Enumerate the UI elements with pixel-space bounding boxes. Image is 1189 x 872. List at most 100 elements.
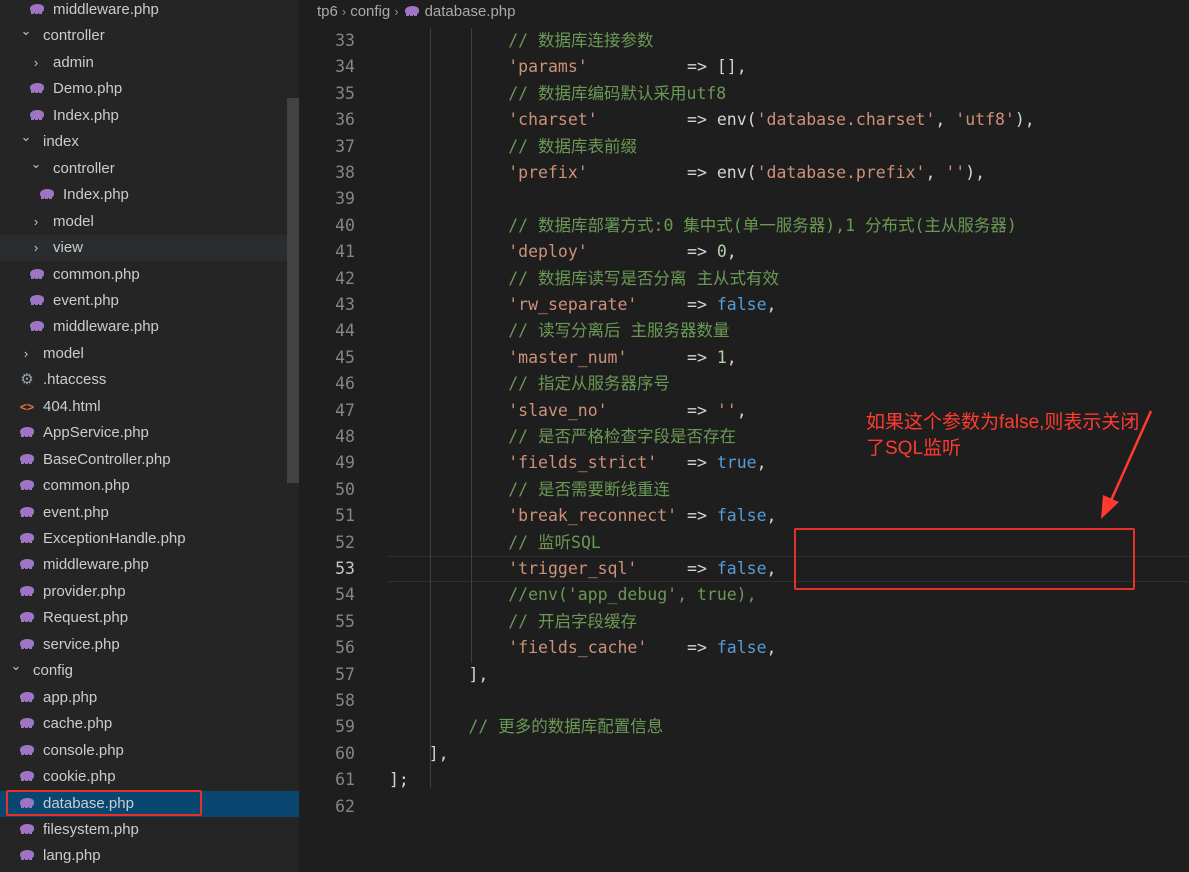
tree-file[interactable]: ExceptionHandle.php: [0, 526, 299, 552]
code-token: 'deploy': [508, 242, 588, 262]
code-line[interactable]: 38 'prefix' => env('database.prefix', ''…: [299, 160, 1189, 186]
line-number: 40: [335, 215, 355, 235]
tree-file[interactable]: console.php: [0, 738, 299, 764]
line-number: 34: [335, 57, 355, 77]
tree-folder[interactable]: › model: [0, 209, 299, 235]
tree-file[interactable]: provider.php: [0, 579, 299, 605]
code-line[interactable]: 46 // 指定从服务器序号: [299, 371, 1189, 397]
code-line[interactable]: 55 // 开启字段缓存: [299, 609, 1189, 635]
tree-file[interactable]: service.php: [0, 632, 299, 658]
code-token: // 数据库读写是否分离 主从式有效: [389, 268, 779, 288]
code-line[interactable]: 50 // 是否需要断线重连: [299, 477, 1189, 503]
code-text: // 是否严格检查字段是否存在: [389, 424, 736, 450]
code-line[interactable]: 62: [299, 794, 1189, 820]
code-line[interactable]: 40 // 数据库部署方式:0 集中式(单一服务器),1 分布式(主从服务器): [299, 213, 1189, 239]
code-token: ],: [389, 664, 489, 684]
tree-file[interactable]: middleware.php: [0, 0, 299, 23]
tree-folder[interactable]: ⌄ controller: [0, 23, 299, 49]
tree-folder[interactable]: › model: [0, 341, 299, 367]
code-token: ,: [766, 559, 777, 578]
code-token: 'database.prefix': [756, 163, 926, 182]
code-token: // 数据库部署方式:0 集中式(单一服务器),1 分布式(主从服务器): [389, 215, 1017, 235]
line-number: 53: [335, 559, 355, 578]
tree-file[interactable]: middleware.php: [0, 552, 299, 578]
code-token: 'utf8': [955, 110, 1015, 130]
code-line[interactable]: 35 // 数据库编码默认采用utf8: [299, 81, 1189, 107]
tree-folder[interactable]: ⌄ index: [0, 129, 299, 155]
tree-file[interactable]: lang.php: [0, 843, 299, 869]
line-number: 58: [335, 691, 355, 710]
code-line[interactable]: 58: [299, 688, 1189, 714]
trigger-sql-highlight-box: [794, 528, 1135, 590]
tree-file[interactable]: event.php: [0, 500, 299, 526]
code-token: 1: [716, 347, 727, 367]
tree-file[interactable]: Request.php: [0, 605, 299, 631]
code-line[interactable]: 33 // 数据库连接参数: [299, 28, 1189, 54]
tree-item-label: service.php: [43, 635, 120, 653]
code-line[interactable]: 56 'fields_cache' => false,: [299, 635, 1189, 661]
code-line[interactable]: 57 ],: [299, 662, 1189, 688]
tree-item-label: model: [53, 212, 94, 230]
code-line[interactable]: 51 'break_reconnect' => false,: [299, 503, 1189, 529]
line-number: 33: [335, 31, 355, 50]
tree-folder[interactable]: › view: [0, 235, 299, 262]
code-text: // 是否需要断线重连: [389, 477, 670, 503]
tree-file[interactable]: <> 404.html: [0, 394, 299, 420]
code-token: ,: [726, 347, 737, 367]
code-token: // 数据库连接参数: [389, 31, 654, 50]
tree-folder[interactable]: › admin: [0, 50, 299, 76]
code-text: ];: [389, 767, 409, 793]
tree-file[interactable]: cookie.php: [0, 764, 299, 790]
breadcrumb-item-file[interactable]: database.php: [425, 3, 516, 20]
code-line[interactable]: 36 'charset' => env('database.charset', …: [299, 107, 1189, 133]
tree-file[interactable]: BaseController.php: [0, 447, 299, 473]
tree-file[interactable]: AppService.php: [0, 420, 299, 446]
tree-item-label: middleware.php: [53, 318, 159, 336]
code-line[interactable]: 41 'deploy' => 0,: [299, 239, 1189, 265]
tree-file[interactable]: Index.php: [0, 103, 299, 129]
code-line[interactable]: 45 'master_num' => 1,: [299, 345, 1189, 371]
tree-file[interactable]: app.php: [0, 685, 299, 711]
code-line[interactable]: 60 ],: [299, 741, 1189, 767]
tree-file[interactable]: common.php: [0, 262, 299, 288]
tree-item-label: common.php: [43, 477, 130, 495]
tree-file[interactable]: ⚙ .htaccess: [0, 367, 299, 393]
tree-folder[interactable]: ⌄ controller: [0, 156, 299, 182]
tree-file[interactable]: filesystem.php: [0, 817, 299, 843]
annotation-line-1: 如果这个参数为false,则表示关闭: [866, 412, 1140, 433]
code-line[interactable]: 39: [299, 186, 1189, 212]
breadcrumb-item-tp6[interactable]: tp6: [317, 3, 338, 20]
code-line[interactable]: 34 'params' => [],: [299, 54, 1189, 80]
php-file-icon: [18, 685, 36, 711]
tree-file[interactable]: event.php: [0, 288, 299, 314]
code-token: // 数据库编码默认采用utf8: [389, 83, 727, 103]
tree-file[interactable]: Demo.php: [0, 76, 299, 102]
code-line[interactable]: 59 // 更多的数据库配置信息: [299, 714, 1189, 740]
breadcrumb-item-config[interactable]: config: [350, 3, 390, 20]
tree-item-label: common.php: [53, 265, 140, 283]
tree-file[interactable]: middleware.php: [0, 314, 299, 340]
code-editor[interactable]: tp6 › config › database.php 33 // 数据库连接参数 34 …: [299, 0, 1189, 872]
code-text: // 指定从服务器序号: [389, 371, 670, 397]
tree-file[interactable]: common.php: [0, 473, 299, 499]
explorer-sidebar: middleware.php ⌄ controller › admin Demo.php I…: [0, 0, 299, 872]
code-line[interactable]: 37 // 数据库表前缀: [299, 134, 1189, 160]
code-token: ,: [766, 506, 777, 526]
php-file-icon: [18, 711, 36, 737]
tree-item-label: ExceptionHandle.php: [43, 530, 186, 547]
tree-file[interactable]: cache.php: [0, 711, 299, 737]
sidebar-scrollbar-thumb[interactable]: [287, 98, 299, 483]
chevron-right-icon: ›: [394, 4, 399, 19]
code-line[interactable]: 42 // 数据库读写是否分离 主从式有效: [299, 266, 1189, 292]
tree-folder[interactable]: ⌄ config: [0, 658, 299, 684]
code-line[interactable]: 44 // 读写分离后 主服务器数量: [299, 318, 1189, 344]
tree-item-label: cache.php: [43, 715, 113, 733]
code-line[interactable]: 43 'rw_separate' => false,: [299, 292, 1189, 318]
php-file-icon: [28, 76, 46, 102]
code-text: 'rw_separate' => false,: [389, 292, 776, 318]
code-line[interactable]: 61];: [299, 767, 1189, 793]
tree-item-label: provider.php: [43, 582, 126, 600]
tree-file[interactable]: Index.php: [0, 182, 299, 208]
